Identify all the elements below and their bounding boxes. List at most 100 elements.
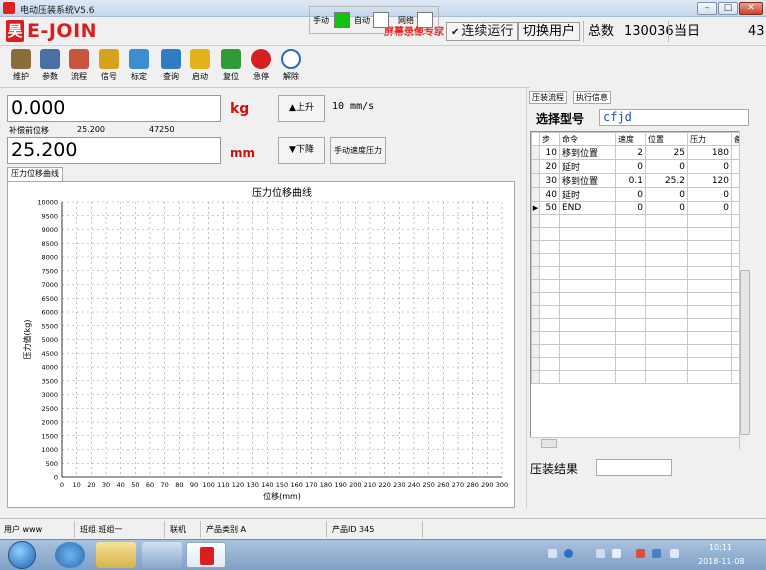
tray-display-icon[interactable] bbox=[652, 549, 661, 558]
empty-cell[interactable] bbox=[645, 266, 688, 280]
empty-cell[interactable] bbox=[645, 227, 688, 241]
toolbar-button-calibrate[interactable]: 标定 bbox=[126, 49, 152, 85]
empty-cell[interactable] bbox=[615, 279, 646, 293]
table-row[interactable]: 40 延时 0 0 0 bbox=[531, 187, 745, 202]
cell-command[interactable]: 延时 bbox=[559, 159, 616, 174]
empty-cell[interactable] bbox=[615, 305, 646, 319]
cell-speed[interactable]: 2 bbox=[615, 145, 646, 160]
empty-cell[interactable] bbox=[559, 357, 616, 371]
toolbar-button-release[interactable]: 解除 bbox=[278, 49, 304, 85]
empty-cell[interactable] bbox=[687, 279, 732, 293]
toolbar-button-emergency-stop[interactable]: 急停 bbox=[248, 49, 274, 85]
cell-step[interactable]: 10 bbox=[539, 145, 560, 160]
cell-speed[interactable]: 0 bbox=[615, 159, 646, 174]
table-row[interactable]: ▶ 50 END 0 0 0 bbox=[531, 201, 745, 215]
empty-cell[interactable] bbox=[615, 253, 646, 267]
horizontal-scrollbar[interactable] bbox=[530, 437, 739, 449]
empty-cell[interactable] bbox=[559, 331, 616, 345]
empty-cell[interactable] bbox=[559, 318, 616, 332]
cell-position[interactable]: 25.2 bbox=[645, 173, 688, 188]
cell-pressure[interactable]: 180 bbox=[687, 145, 732, 160]
tray-keyboard-icon[interactable] bbox=[548, 549, 557, 558]
empty-cell[interactable] bbox=[687, 344, 732, 358]
empty-cell[interactable] bbox=[539, 253, 560, 267]
empty-cell[interactable] bbox=[615, 344, 646, 358]
switch-user-button[interactable]: 切换用户 bbox=[518, 22, 581, 41]
cell-position[interactable]: 0 bbox=[645, 201, 688, 215]
tab-execution-info[interactable]: 执行信息 bbox=[573, 91, 611, 104]
tab-press-process[interactable]: 压装流程 bbox=[529, 91, 567, 104]
empty-cell[interactable] bbox=[539, 344, 560, 358]
empty-cell[interactable] bbox=[539, 370, 560, 384]
network-taskbar-icon[interactable] bbox=[142, 542, 182, 568]
table-row[interactable] bbox=[531, 357, 745, 371]
vertical-scroll-thumb[interactable] bbox=[740, 270, 750, 435]
tab-pressure-displacement-curve[interactable]: 压力位移曲线 bbox=[7, 167, 63, 181]
table-row[interactable] bbox=[531, 279, 745, 293]
manual-speed-pressure-button[interactable]: 手动速度压力 bbox=[330, 137, 386, 164]
table-row[interactable] bbox=[531, 266, 745, 280]
cell-pressure[interactable]: 120 bbox=[687, 173, 732, 188]
empty-cell[interactable] bbox=[559, 305, 616, 319]
empty-cell[interactable] bbox=[539, 292, 560, 306]
empty-cell[interactable] bbox=[559, 253, 616, 267]
empty-cell[interactable] bbox=[645, 279, 688, 293]
tray-app-icon[interactable] bbox=[636, 549, 645, 558]
empty-cell[interactable] bbox=[615, 292, 646, 306]
move-up-button[interactable]: ▲上升 bbox=[278, 95, 325, 122]
cell-command[interactable]: 延时 bbox=[559, 187, 616, 202]
empty-cell[interactable] bbox=[687, 331, 732, 345]
cell-pressure[interactable]: 0 bbox=[687, 201, 732, 215]
empty-cell[interactable] bbox=[687, 370, 732, 384]
empty-cell[interactable] bbox=[687, 253, 732, 267]
network-mode-indicator[interactable] bbox=[417, 12, 433, 28]
table-row[interactable]: 30 移到位置 0.1 25.2 120 bbox=[531, 173, 745, 188]
empty-cell[interactable] bbox=[539, 240, 560, 254]
toolbar-button-signal[interactable]: 信号 bbox=[96, 49, 122, 85]
table-row[interactable] bbox=[531, 344, 745, 358]
continuous-run-checkbox[interactable]: ✔ 连续运行 bbox=[446, 22, 519, 41]
empty-cell[interactable] bbox=[645, 357, 688, 371]
toolbar-button-parameters[interactable]: 参数 bbox=[37, 49, 63, 85]
table-row[interactable] bbox=[531, 240, 745, 254]
cell-position[interactable]: 0 bbox=[645, 159, 688, 174]
toolbar-button-reset[interactable]: 复位 bbox=[218, 49, 244, 85]
browser-taskbar-icon[interactable] bbox=[55, 542, 85, 568]
cell-step[interactable]: 40 bbox=[539, 187, 560, 202]
empty-cell[interactable] bbox=[559, 292, 616, 306]
empty-cell[interactable] bbox=[539, 214, 560, 228]
tray-volume-icon[interactable] bbox=[670, 549, 679, 558]
tray-flag-icon[interactable] bbox=[612, 549, 621, 558]
table-row[interactable] bbox=[531, 370, 745, 384]
model-select-field[interactable]: cfjd bbox=[599, 109, 749, 126]
empty-cell[interactable] bbox=[615, 227, 646, 241]
empty-cell[interactable] bbox=[539, 266, 560, 280]
empty-cell[interactable] bbox=[687, 292, 732, 306]
press-app-taskbar-icon[interactable] bbox=[186, 542, 226, 568]
minimize-button[interactable]: – bbox=[697, 2, 717, 15]
table-row[interactable]: 10 移到位置 2 25 180 bbox=[531, 145, 745, 160]
table-row[interactable] bbox=[531, 227, 745, 241]
toolbar-button-start[interactable]: 启动 bbox=[187, 49, 213, 85]
empty-cell[interactable] bbox=[687, 227, 732, 241]
toolbar-button-query[interactable]: 查询 bbox=[158, 49, 184, 85]
empty-cell[interactable] bbox=[559, 370, 616, 384]
empty-cell[interactable] bbox=[559, 227, 616, 241]
empty-cell[interactable] bbox=[687, 305, 732, 319]
cell-step[interactable]: 50 bbox=[539, 201, 560, 215]
cell-speed[interactable]: 0.1 bbox=[615, 173, 646, 188]
empty-cell[interactable] bbox=[559, 344, 616, 358]
empty-cell[interactable] bbox=[645, 318, 688, 332]
explorer-taskbar-icon[interactable] bbox=[96, 542, 136, 568]
table-row[interactable] bbox=[531, 292, 745, 306]
empty-cell[interactable] bbox=[559, 214, 616, 228]
empty-cell[interactable] bbox=[687, 266, 732, 280]
empty-cell[interactable] bbox=[559, 240, 616, 254]
empty-cell[interactable] bbox=[615, 357, 646, 371]
cell-step[interactable]: 30 bbox=[539, 173, 560, 188]
close-button[interactable]: ✕ bbox=[739, 2, 763, 15]
cell-position[interactable]: 0 bbox=[645, 187, 688, 202]
table-row[interactable] bbox=[531, 253, 745, 267]
empty-cell[interactable] bbox=[645, 240, 688, 254]
empty-cell[interactable] bbox=[615, 240, 646, 254]
